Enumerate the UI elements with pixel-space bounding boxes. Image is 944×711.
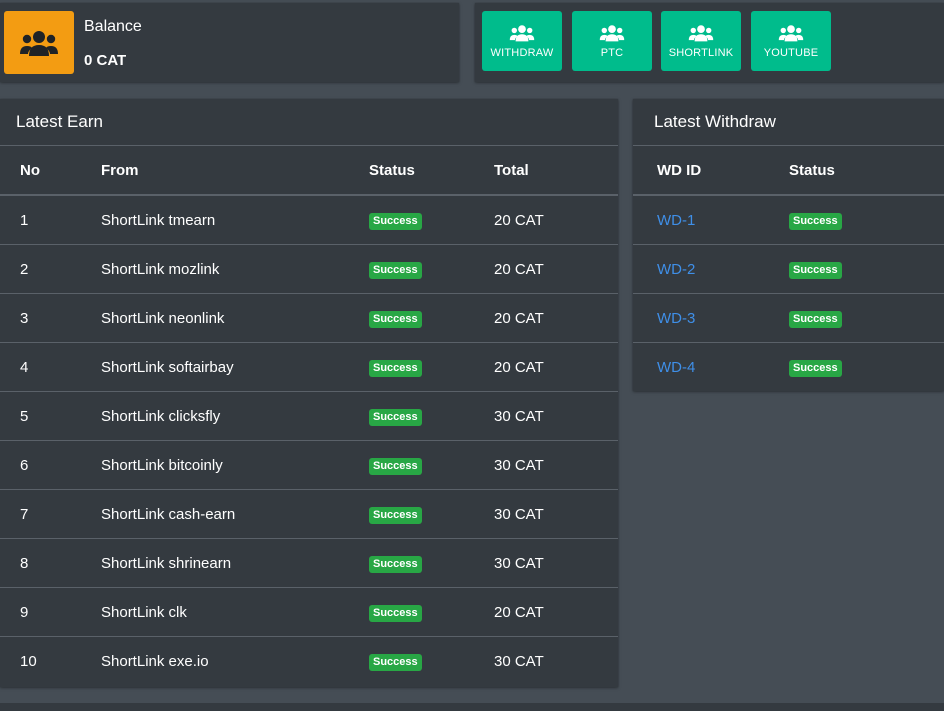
- table-row: WD-3 Success: [633, 293, 944, 343]
- row-from: ShortLink bitcoinly: [101, 440, 369, 490]
- latest-withdraw-card: Latest Withdraw WD ID Status WD-1 Succes…: [633, 99, 944, 391]
- status-badge: Success: [369, 555, 422, 573]
- status-badge: Success: [369, 408, 422, 426]
- table-row: 9 ShortLink clk Success 20 CAT: [0, 587, 618, 637]
- table-row: 3 ShortLink neonlink Success 20 CAT: [0, 293, 618, 343]
- table-row: 1 ShortLink tmearn Success 20 CAT: [0, 195, 618, 245]
- latest-earn-title: Latest Earn: [0, 99, 618, 146]
- actions-card: WITHDRAW PTC SHORTLINK YOUTUBE: [475, 3, 944, 82]
- users-icon: [688, 24, 714, 41]
- status-badge: Success: [369, 506, 422, 524]
- row-from: ShortLink clicksfly: [101, 391, 369, 441]
- row-no: 5: [0, 391, 101, 441]
- table-row: 10 ShortLink exe.io Success 30 CAT: [0, 637, 618, 686]
- row-total: 30 CAT: [494, 489, 618, 539]
- status-badge: Success: [369, 457, 422, 475]
- column-header-status: Status: [369, 146, 494, 196]
- row-total: 20 CAT: [494, 293, 618, 343]
- row-from: ShortLink mozlink: [101, 244, 369, 294]
- wd-id-link[interactable]: WD-1: [657, 212, 695, 229]
- youtube-button[interactable]: YOUTUBE: [751, 11, 831, 71]
- table-row: 6 ShortLink bitcoinly Success 30 CAT: [0, 440, 618, 490]
- row-from: ShortLink shrinearn: [101, 538, 369, 588]
- ptc-button-label: PTC: [600, 46, 624, 59]
- latest-withdraw-title: Latest Withdraw: [633, 99, 944, 146]
- row-no: 10: [20, 652, 37, 670]
- users-icon: [599, 24, 625, 41]
- row-from: ShortLink exe.io: [101, 652, 209, 670]
- row-total: 20 CAT: [494, 195, 618, 245]
- withdraw-button[interactable]: WITHDRAW: [482, 11, 562, 71]
- shortlink-button[interactable]: SHORTLINK: [661, 11, 741, 71]
- status-badge: Success: [789, 310, 842, 328]
- table-row: 5 ShortLink clicksfly Success 30 CAT: [0, 391, 618, 441]
- status-badge: Success: [789, 359, 842, 377]
- row-total: 30 CAT: [494, 391, 618, 441]
- column-header-wd-id: WD ID: [633, 146, 789, 196]
- latest-earn-table: No From Status Total 1 ShortLink tmearn …: [0, 146, 618, 685]
- row-no: 2: [0, 244, 101, 294]
- users-icon: [509, 24, 535, 41]
- row-from: ShortLink tmearn: [101, 195, 369, 245]
- balance-icon-box: [4, 11, 74, 74]
- wd-id-link[interactable]: WD-2: [657, 261, 695, 278]
- status-badge: Success: [789, 212, 842, 230]
- wd-id-link[interactable]: WD-4: [657, 359, 695, 376]
- table-row: WD-2 Success: [633, 244, 944, 294]
- row-total: 30 CAT: [494, 440, 618, 490]
- table-row: 8 ShortLink shrinearn Success 30 CAT: [0, 538, 618, 588]
- table-row: WD-1 Success: [633, 195, 944, 245]
- latest-withdraw-table: WD ID Status WD-1 Success WD-2 Success W…: [633, 146, 944, 391]
- ptc-button[interactable]: PTC: [572, 11, 652, 71]
- table-header-row: No From Status Total: [0, 146, 618, 196]
- balance-label: Balance: [84, 18, 142, 35]
- row-no: 4: [0, 342, 101, 392]
- shortlink-button-label: SHORTLINK: [668, 46, 734, 59]
- table-row: WD-4 Success: [633, 343, 944, 392]
- status-badge: Success: [369, 653, 422, 671]
- row-total: 30 CAT: [494, 538, 618, 588]
- row-total: 20 CAT: [494, 342, 618, 392]
- withdraw-button-label: WITHDRAW: [490, 46, 554, 59]
- row-total: 20 CAT: [494, 244, 618, 294]
- status-badge: Success: [369, 604, 422, 622]
- column-header-from: From: [101, 146, 369, 196]
- column-header-total: Total: [494, 146, 618, 196]
- column-header-no: No: [0, 146, 101, 196]
- row-no: 1: [0, 195, 101, 245]
- row-from: ShortLink softairbay: [101, 342, 369, 392]
- row-no: 6: [0, 440, 101, 490]
- wd-id-link[interactable]: WD-3: [657, 310, 695, 327]
- row-total: 20 CAT: [494, 587, 618, 637]
- row-total: 30 CAT: [494, 652, 544, 670]
- row-no: 8: [0, 538, 101, 588]
- status-badge: Success: [369, 212, 422, 230]
- balance-value: 0 CAT: [84, 52, 127, 69]
- latest-earn-card: Latest Earn No From Status Total 1 Short…: [0, 99, 618, 687]
- row-from: ShortLink neonlink: [101, 293, 369, 343]
- status-badge: Success: [369, 310, 422, 328]
- table-row: 2 ShortLink mozlink Success 20 CAT: [0, 244, 618, 294]
- balance-card: Balance 0 CAT: [0, 3, 459, 82]
- youtube-button-label: YOUTUBE: [763, 46, 819, 59]
- status-badge: Success: [369, 359, 422, 377]
- row-from: ShortLink clk: [101, 587, 369, 637]
- footer-strip: [0, 703, 944, 711]
- status-badge: Success: [369, 261, 422, 279]
- users-icon: [20, 30, 58, 56]
- column-header-status: Status: [789, 146, 944, 196]
- table-row: 7 ShortLink cash-earn Success 30 CAT: [0, 489, 618, 539]
- status-badge: Success: [789, 261, 842, 279]
- row-from: ShortLink cash-earn: [101, 489, 369, 539]
- row-no: 9: [0, 587, 101, 637]
- users-icon: [778, 24, 804, 41]
- table-row: 4 ShortLink softairbay Success 20 CAT: [0, 342, 618, 392]
- row-no: 3: [0, 293, 101, 343]
- row-no: 7: [0, 489, 101, 539]
- table-header-row: WD ID Status: [633, 146, 944, 196]
